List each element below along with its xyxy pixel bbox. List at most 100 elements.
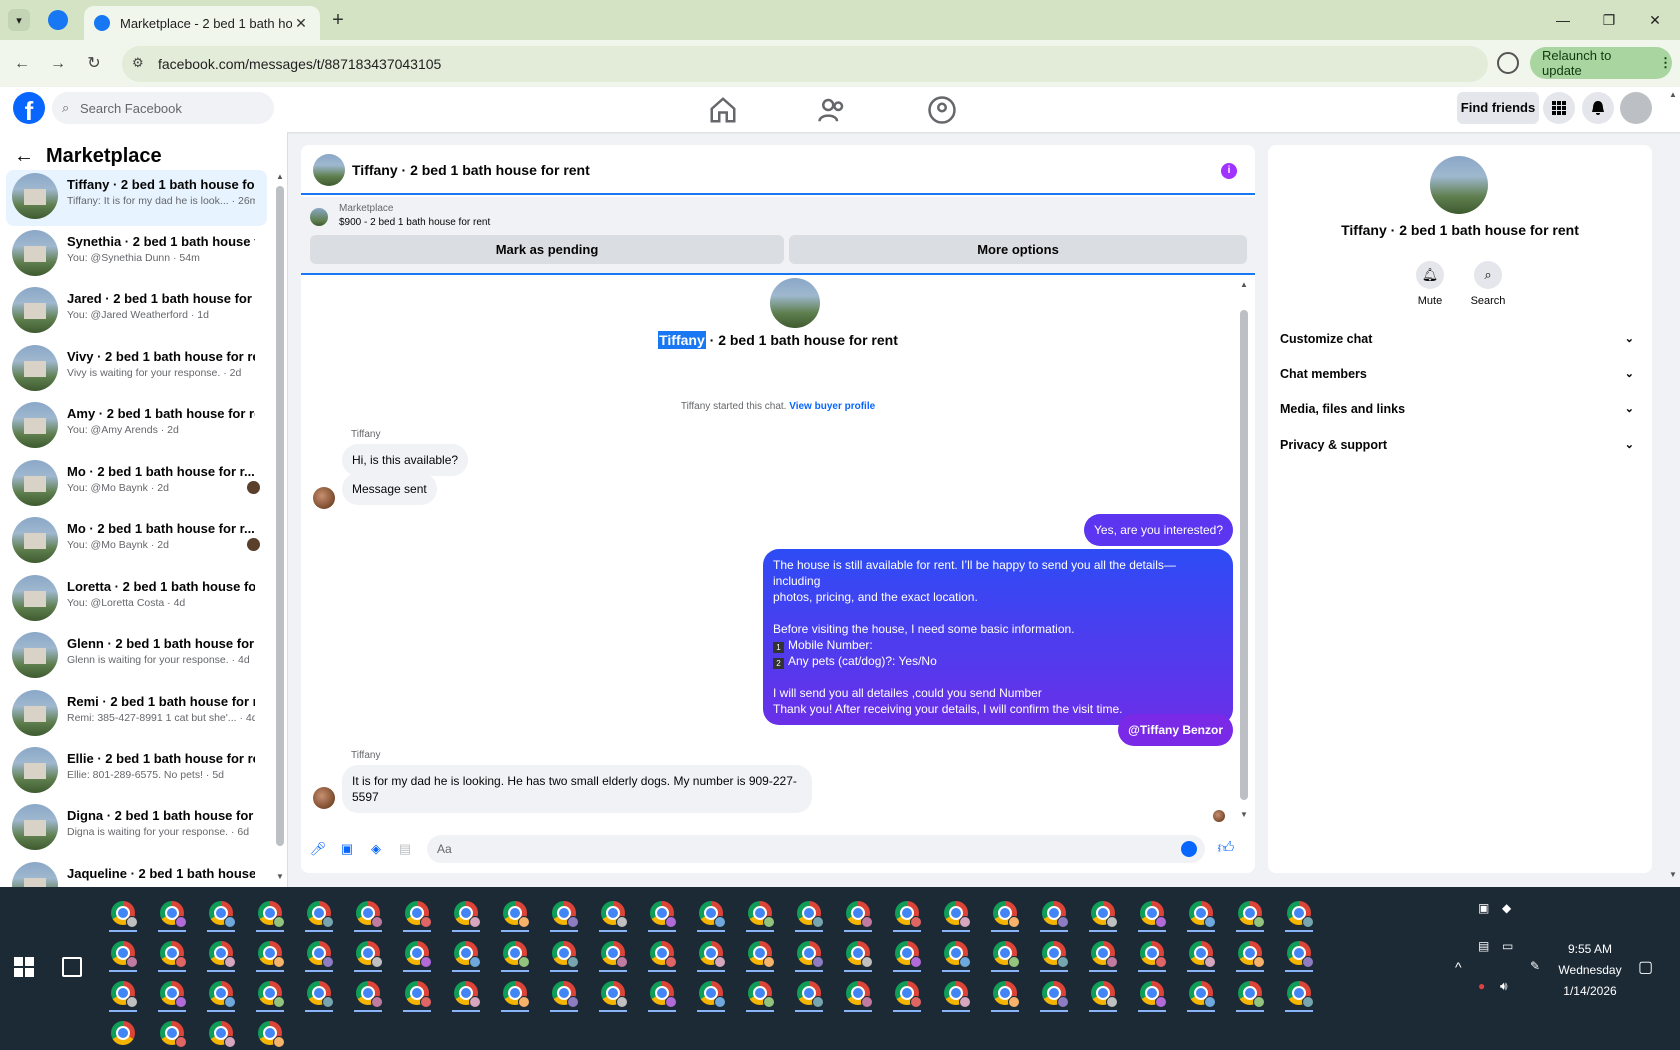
chrome-window-icon[interactable]: [1140, 901, 1167, 928]
windows-start-icon[interactable]: [14, 957, 34, 977]
facebook-pinned-tab[interactable]: [48, 10, 68, 30]
outgoing-message[interactable]: The house is still available for rent. I…: [763, 549, 1233, 725]
network-tray-icon[interactable]: ▭: [1502, 939, 1513, 953]
sender-avatar[interactable]: [313, 487, 335, 509]
privacy-support-row[interactable]: Privacy & support ⌄: [1280, 438, 1640, 460]
chrome-window-icon[interactable]: [356, 981, 383, 1008]
find-friends-button[interactable]: Find friends: [1457, 92, 1539, 124]
groups-icon[interactable]: [927, 95, 957, 125]
home-icon[interactable]: [708, 95, 738, 125]
thumbs-up-icon[interactable]: 👍︎: [1217, 840, 1235, 858]
chrome-window-icon[interactable]: [503, 941, 530, 968]
chrome-window-icon[interactable]: [601, 901, 628, 928]
mic-tray-icon[interactable]: ●: [1478, 979, 1485, 993]
listing-price-title[interactable]: $900 - 2 bed 1 bath house for rent: [339, 217, 490, 228]
chrome-window-icon[interactable]: [1189, 941, 1216, 968]
mark-as-pending-button[interactable]: Mark as pending: [310, 235, 784, 264]
facebook-search-input[interactable]: ⌕ Search Facebook: [52, 92, 274, 124]
info-avatar[interactable]: [1430, 156, 1488, 214]
chrome-window-icon[interactable]: [209, 1021, 236, 1048]
account-avatar[interactable]: [1620, 92, 1652, 124]
chrome-window-icon[interactable]: [846, 901, 873, 928]
chrome-window-icon[interactable]: [1042, 981, 1069, 1008]
scrollbar-thumb[interactable]: [276, 186, 284, 846]
address-bar[interactable]: ⚙ facebook.com/messages/t/88718343704310…: [122, 46, 1488, 82]
conversation-item[interactable]: Amy · 2 bed 1 bath house for rent You: @…: [6, 399, 267, 455]
conversation-item[interactable]: Glenn · 2 bed 1 bath house for r... Glen…: [6, 629, 267, 685]
chrome-window-icon[interactable]: [160, 1021, 187, 1048]
new-tab-button[interactable]: +: [326, 8, 350, 32]
browser-menu-icon[interactable]: ⋮: [1659, 55, 1672, 71]
search-conversation-button[interactable]: ⌕ Search: [1458, 261, 1518, 307]
taskbar-clock[interactable]: 9:55 AM Wednesday 1/14/2026: [1540, 939, 1640, 1002]
chrome-window-icon[interactable]: [552, 901, 579, 928]
chrome-window-icon[interactable]: [258, 1021, 285, 1048]
chrome-window-icon[interactable]: [1140, 981, 1167, 1008]
chrome-window-icon[interactable]: [160, 901, 187, 928]
conversation-item[interactable]: Loretta · 2 bed 1 bath house for ... You…: [6, 572, 267, 628]
chrome-window-icon[interactable]: [111, 901, 138, 928]
chrome-window-icon[interactable]: [209, 901, 236, 928]
incoming-message[interactable]: Message sent: [342, 473, 437, 505]
mute-button[interactable]: 🔔︎ Mute: [1400, 261, 1460, 307]
menu-grid-icon[interactable]: [1543, 92, 1575, 124]
chrome-window-icon[interactable]: [895, 901, 922, 928]
facebook-logo-icon[interactable]: f: [13, 92, 45, 124]
chrome-window-icon[interactable]: [454, 901, 481, 928]
chrome-window-icon[interactable]: [111, 981, 138, 1008]
scroll-up-icon[interactable]: ▲: [1669, 90, 1677, 99]
media-files-links-row[interactable]: Media, files and links ⌄: [1280, 402, 1640, 424]
chrome-window-icon[interactable]: [160, 981, 187, 1008]
chrome-window-icon[interactable]: [1189, 981, 1216, 1008]
chrome-window-icon[interactable]: [993, 941, 1020, 968]
chrome-window-icon[interactable]: [1042, 901, 1069, 928]
conversation-item[interactable]: Vivy · 2 bed 1 bath house for rent Vivy …: [6, 342, 267, 398]
chrome-window-icon[interactable]: [307, 981, 334, 1008]
notification-center-icon[interactable]: ▢: [1638, 957, 1653, 977]
show-hidden-icons-chevron-icon[interactable]: ^: [1455, 959, 1462, 975]
chrome-window-icon[interactable]: [944, 901, 971, 928]
chrome-window-icon[interactable]: [307, 901, 334, 928]
incoming-message[interactable]: Hi, is this available?: [342, 444, 469, 476]
chrome-window-icon[interactable]: [405, 981, 432, 1008]
close-window-button[interactable]: ✕: [1632, 6, 1678, 34]
chat-members-row[interactable]: Chat members ⌄: [1280, 367, 1640, 389]
chrome-window-icon[interactable]: [601, 941, 628, 968]
scroll-down-icon[interactable]: ▼: [1669, 870, 1677, 879]
chat-avatar[interactable]: [313, 154, 345, 186]
more-options-button[interactable]: More options: [789, 235, 1247, 264]
chrome-window-icon[interactable]: [748, 981, 775, 1008]
close-tab-icon[interactable]: ✕: [292, 15, 310, 32]
volume-icon[interactable]: 🔊︎: [1500, 979, 1508, 994]
conversation-item[interactable]: Digna · 2 bed 1 bath house for r... Dign…: [6, 801, 267, 857]
chrome-window-icon[interactable]: [111, 1021, 135, 1045]
chrome-window-icon[interactable]: [797, 901, 824, 928]
forward-button[interactable]: →: [44, 50, 72, 78]
chrome-window-icon[interactable]: [1287, 981, 1314, 1008]
scroll-up-icon[interactable]: ▲: [1240, 280, 1248, 289]
conversation-item[interactable]: Jared · 2 bed 1 bath house for r... You:…: [6, 284, 267, 340]
message-input[interactable]: Aa: [427, 835, 1205, 863]
chrome-window-icon[interactable]: [1042, 941, 1069, 968]
emoji-icon[interactable]: [1181, 841, 1197, 857]
chrome-window-icon[interactable]: [405, 901, 432, 928]
app-tray-icon[interactable]: ▤: [1478, 939, 1489, 953]
chrome-window-icon[interactable]: [258, 981, 285, 1008]
chrome-window-icon[interactable]: [944, 941, 971, 968]
chrome-window-icon[interactable]: [650, 941, 677, 968]
conversation-item[interactable]: Mo · 2 bed 1 bath house for r... You: @M…: [6, 457, 267, 513]
page-scrollbar[interactable]: ▲ ▼: [1668, 90, 1678, 880]
url-text[interactable]: facebook.com/messages/t/887183437043105: [158, 56, 441, 72]
view-buyer-profile-link[interactable]: View buyer profile: [789, 401, 875, 412]
chrome-window-icon[interactable]: [895, 941, 922, 968]
chrome-window-icon[interactable]: [552, 941, 579, 968]
notifications-bell-icon[interactable]: [1582, 92, 1614, 124]
chrome-window-icon[interactable]: [1238, 941, 1265, 968]
chrome-window-icon[interactable]: [993, 901, 1020, 928]
attach-photo-icon[interactable]: ▣: [338, 840, 356, 858]
microphone-icon[interactable]: 🎤︎: [309, 840, 327, 858]
friends-icon[interactable]: [817, 95, 847, 125]
active-tab[interactable]: Marketplace - 2 bed 1 bath hou ✕: [84, 6, 320, 40]
chrome-window-icon[interactable]: [601, 981, 628, 1008]
scroll-down-icon[interactable]: ▼: [276, 872, 284, 881]
